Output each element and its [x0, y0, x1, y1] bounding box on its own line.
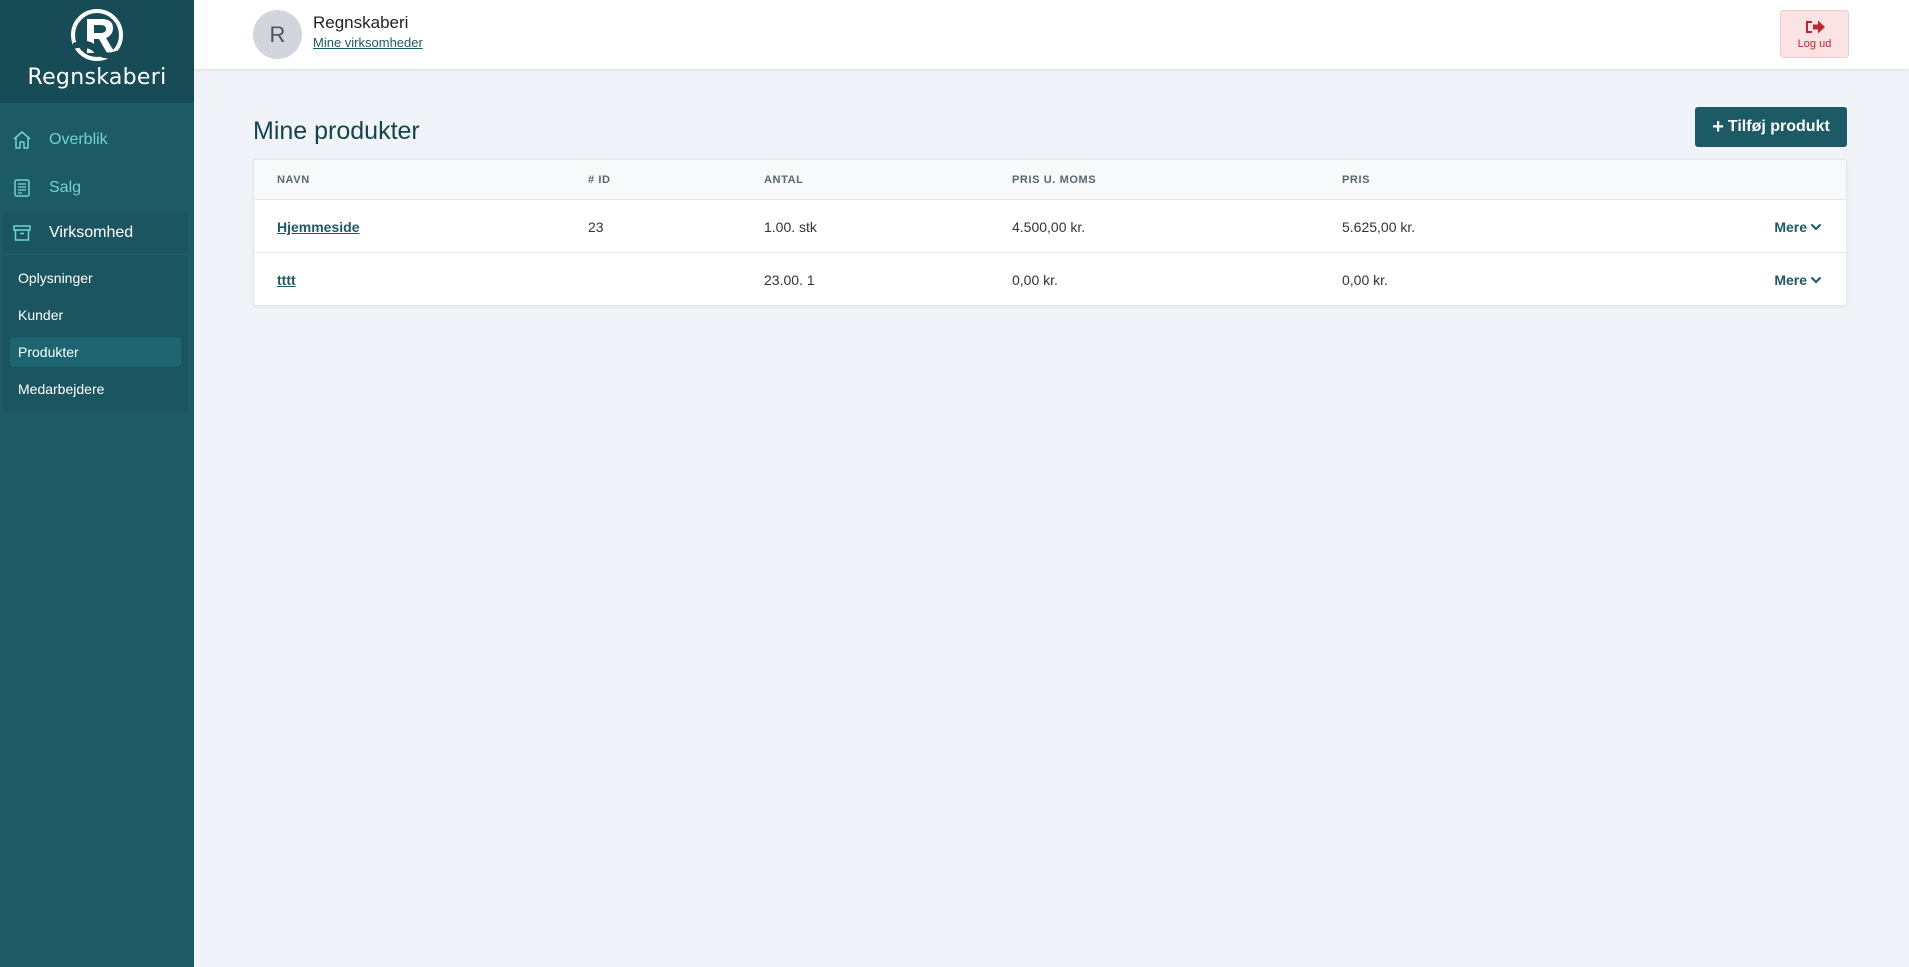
- brand-logo-area[interactable]: Regnskaberi: [0, 0, 194, 103]
- product-price: 0,00 kr.: [1342, 272, 1388, 288]
- sign-out-icon: [1805, 20, 1825, 34]
- products-table: NAVN # ID ANTAL PRIS U. MOMS PRIS Hjemme…: [253, 159, 1847, 306]
- sidebar-item-virksomhed[interactable]: Virksomhed: [3, 212, 188, 255]
- product-id: 23: [588, 219, 604, 235]
- avatar[interactable]: R: [253, 10, 302, 59]
- sidebar-subitem-kunder[interactable]: Kunder: [10, 300, 181, 330]
- table-row: tttt 23.00. 1 0,00 kr. 0,00 kr. Mere: [254, 253, 1846, 306]
- sidebar-group-virksomhed: Virksomhed Oplysninger Kunder Produkter …: [3, 212, 188, 412]
- column-header-navn[interactable]: NAVN: [277, 174, 310, 186]
- sidebar-subitem-oplysninger[interactable]: Oplysninger: [10, 263, 181, 293]
- sidebar-subitem-medarbejdere[interactable]: Medarbejdere: [10, 374, 181, 404]
- column-header-pris[interactable]: PRIS: [1342, 174, 1370, 186]
- product-price-excl-vat: 0,00 kr.: [1012, 272, 1058, 288]
- chevron-down-icon: [1811, 224, 1821, 230]
- archive-icon: [12, 223, 32, 243]
- sidebar-sub-list: Oplysninger Kunder Produkter Medarbejder…: [3, 255, 188, 412]
- add-product-button[interactable]: + Tilføj produkt: [1695, 107, 1847, 147]
- logout-button[interactable]: Log ud: [1780, 10, 1849, 58]
- column-header-antal[interactable]: ANTAL: [764, 174, 803, 186]
- column-header-id[interactable]: # ID: [588, 174, 611, 186]
- logout-label: Log ud: [1797, 38, 1832, 50]
- regnskaberi-logo-icon: [71, 9, 123, 61]
- product-quantity: 1.00. stk: [764, 219, 817, 235]
- sidebar-item-label: Virksomhed: [49, 224, 134, 241]
- more-dropdown-button[interactable]: Mere: [1774, 272, 1822, 288]
- chevron-down-icon: [1811, 277, 1821, 283]
- table-header: NAVN # ID ANTAL PRIS U. MOMS PRIS: [254, 160, 1846, 200]
- product-quantity: 23.00. 1: [764, 272, 815, 288]
- sidebar-nav: Overblik Salg Virksomhed Oplysninger Kun…: [0, 116, 194, 412]
- sidebar: Regnskaberi Overblik Salg Virksomhed Opl…: [0, 0, 194, 967]
- product-name-link[interactable]: tttt: [277, 272, 296, 288]
- sidebar-subitem-produkter[interactable]: Produkter: [10, 337, 181, 367]
- my-companies-link[interactable]: Mine virksomheder: [313, 35, 423, 50]
- page-title: Mine produkter: [253, 117, 420, 145]
- product-price: 5.625,00 kr.: [1342, 219, 1416, 235]
- receipt-icon: [12, 178, 32, 198]
- product-name-link[interactable]: Hjemmeside: [277, 219, 359, 235]
- table-row: Hjemmeside 23 1.00. stk 4.500,00 kr. 5.6…: [254, 200, 1846, 253]
- more-label: Mere: [1774, 272, 1807, 288]
- top-header: R Regnskaberi Mine virksomheder Log ud: [194, 0, 1909, 69]
- more-dropdown-button[interactable]: Mere: [1774, 219, 1822, 235]
- home-icon: [12, 130, 32, 150]
- sidebar-item-label: Salg: [49, 179, 82, 196]
- plus-icon: +: [1712, 115, 1724, 138]
- brand-name: Regnskaberi: [27, 65, 167, 90]
- product-price-excl-vat: 4.500,00 kr.: [1012, 219, 1086, 235]
- column-header-pris-u-moms[interactable]: PRIS U. MOMS: [1012, 174, 1096, 186]
- sidebar-item-overblik[interactable]: Overblik: [0, 116, 194, 164]
- company-name: Regnskaberi: [313, 13, 409, 32]
- add-product-label: Tilføj produkt: [1727, 118, 1830, 135]
- sidebar-item-label: Overblik: [49, 131, 108, 148]
- sidebar-item-salg[interactable]: Salg: [0, 164, 194, 212]
- more-label: Mere: [1774, 219, 1807, 235]
